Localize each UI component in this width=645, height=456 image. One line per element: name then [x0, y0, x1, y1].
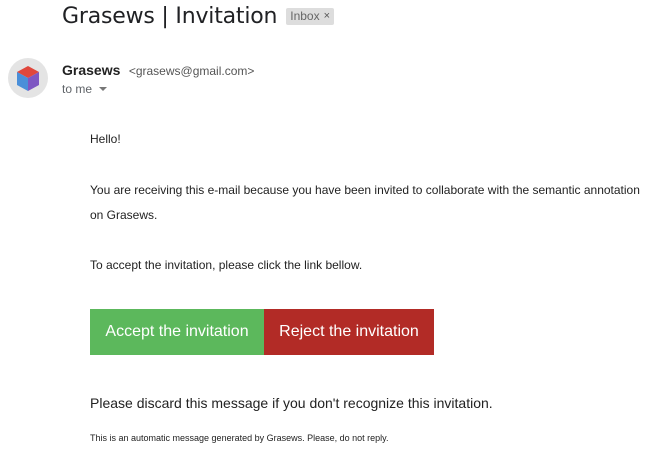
instruction-text: To accept the invitation, please click t…	[90, 258, 363, 272]
inbox-label-chip[interactable]: Inbox ×	[286, 8, 335, 25]
sender-name[interactable]: Grasews	[62, 62, 120, 78]
sender-line: Grasews <grasews@gmail.com>	[62, 62, 254, 80]
email-header: Grasews | Invitation Inbox ×	[62, 4, 335, 29]
body-paragraph-line-1: You are receiving this e-mail because yo…	[90, 183, 640, 197]
accept-invitation-button[interactable]: Accept the invitation	[90, 309, 264, 355]
cube-avatar-icon[interactable]	[8, 58, 48, 98]
chevron-down-icon[interactable]	[99, 87, 108, 91]
action-buttons: Accept the invitation Reject the invitat…	[90, 309, 434, 355]
sender-email: <grasews@gmail.com>	[128, 64, 255, 78]
inbox-label-text: Inbox	[290, 9, 320, 23]
recipient-text: to me	[62, 82, 93, 96]
close-icon[interactable]: ×	[324, 10, 330, 22]
email-subject: Grasews | Invitation	[62, 4, 278, 29]
discard-note: Please discard this message if you don't…	[90, 395, 493, 411]
body-paragraph-line-2: on Grasews.	[90, 208, 158, 222]
greeting-text: Hello!	[90, 132, 121, 146]
reject-invitation-button[interactable]: Reject the invitation	[264, 309, 434, 355]
recipient-line: to me	[62, 82, 108, 96]
footer-note: This is an automatic message generated b…	[90, 433, 389, 443]
